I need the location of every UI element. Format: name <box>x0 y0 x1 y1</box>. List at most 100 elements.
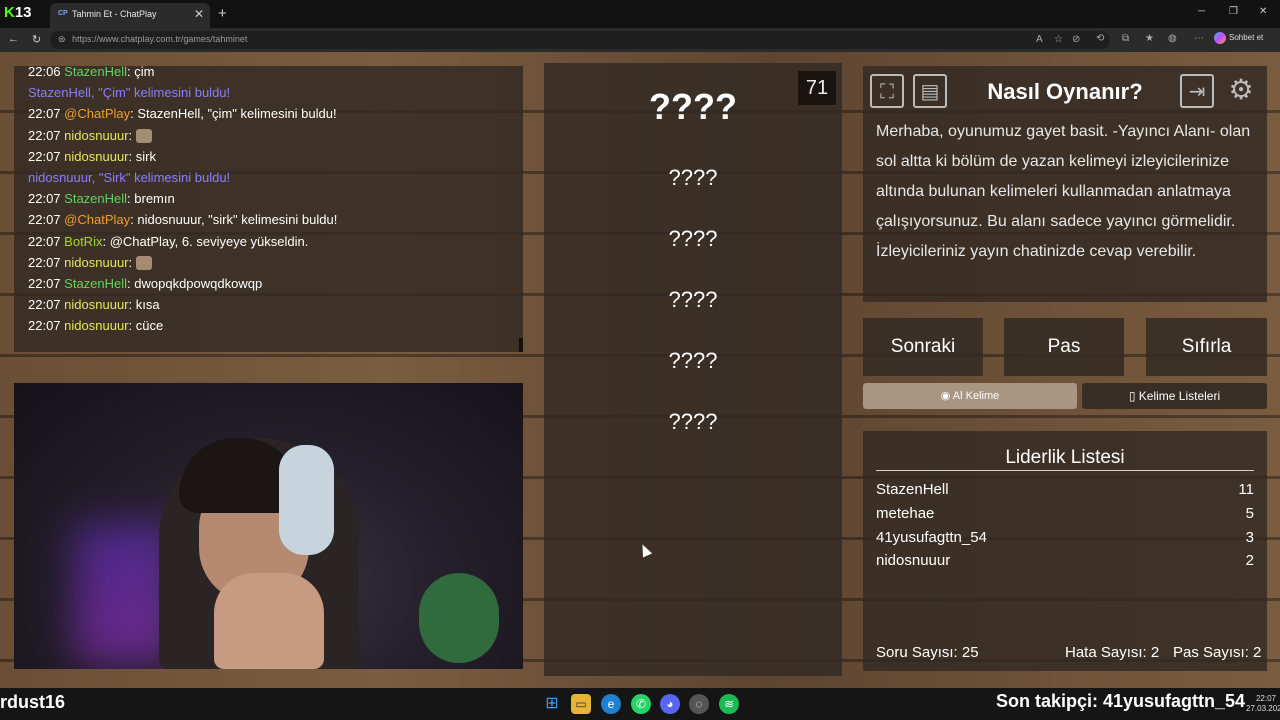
get-word-label: Al Kelime <box>952 390 1000 402</box>
url-host: https://www.chatplay.com.tr <box>72 34 181 44</box>
address-field[interactable]: ⊜ https://www.chatplay.com.tr/games/tahm… <box>50 31 1110 49</box>
how-to-play-text: Merhaba, oyunumuz gayet basit. -Yayıncı … <box>876 123 1251 260</box>
exit-icon[interactable]: ⇥ <box>1180 74 1214 108</box>
kick-logo-k: K <box>4 4 15 21</box>
word-lists-icon: ▯ <box>1128 389 1139 403</box>
tab-close-icon[interactable]: ✕ <box>194 7 204 21</box>
main-word: ???? <box>649 86 737 127</box>
app-icon[interactable]: ◌ <box>689 694 709 714</box>
chat-text: : <box>128 254 133 270</box>
chat-username[interactable]: nidosnuuur <box>64 255 128 270</box>
word-lists-label: Kelime Listeleri <box>1138 389 1221 403</box>
new-tab-icon[interactable]: + <box>218 5 227 22</box>
more-menu-icon[interactable]: ⋯ <box>1194 33 1204 44</box>
question-count: Soru Sayısı: 25 <box>876 644 979 661</box>
chat-time: 22:07 <box>28 127 61 143</box>
chat-message: 22:07 nidosnuuur: cüce <box>28 318 163 333</box>
pass-button[interactable]: Pas <box>1004 318 1124 376</box>
chat-message: 22:07 @ChatPlay: nidosnuuur, "sirk" keli… <box>28 212 337 227</box>
get-word-button[interactable]: ◉ Al Kelime <box>863 383 1077 409</box>
reset-button[interactable]: Sıfırla <box>1146 318 1267 376</box>
notes-icon[interactable]: ▤ <box>913 74 947 108</box>
chat-text: : bremın <box>127 191 175 207</box>
chat-time: 22:06 <box>28 64 61 79</box>
read-aloud-icon[interactable]: A <box>1036 34 1043 45</box>
word-lists-button[interactable]: ▯ Kelime Listeleri <box>1082 383 1267 409</box>
chat-username[interactable]: StazenHell <box>64 64 127 79</box>
webcam-plush-toy <box>419 573 499 663</box>
chat-username[interactable]: @ChatPlay <box>64 106 130 121</box>
spotify-icon[interactable]: ≋ <box>719 694 739 714</box>
chat-scrollbar[interactable] <box>519 338 523 352</box>
chat-text: : sirk <box>128 148 156 164</box>
forbidden-word: ???? <box>668 287 718 312</box>
leaderboard-name: 41yusufagttn_54 <box>876 529 987 546</box>
chat-panel: 22:06 StazenHell: çim StazenHell, "Çim" k… <box>14 64 523 352</box>
chat-time: 22:07 <box>28 191 61 207</box>
kick-logo-count: 13 <box>14 4 32 21</box>
gear-icon[interactable]: ⚙ <box>1224 74 1258 108</box>
chat-message: 22:07 nidosnuuur: sirk <box>28 149 156 164</box>
site-info-icon[interactable]: ⊜ <box>58 34 66 45</box>
favorites-icon[interactable]: ★ <box>1145 33 1154 44</box>
chat-time: 22:07 <box>28 212 61 228</box>
stream-overlay-name: rdust16 <box>0 692 66 712</box>
reload-icon[interactable]: ↻ <box>32 33 41 46</box>
url-text: https://www.chatplay.com.tr/games/tahmin… <box>72 34 247 44</box>
maximize-icon[interactable]: ❐ <box>1229 6 1238 17</box>
kick-logo: K13 <box>4 4 48 24</box>
tracking-icon[interactable]: ⊘ <box>1072 34 1080 45</box>
chat-username[interactable]: BotRix <box>64 234 102 249</box>
chat-username[interactable]: nidosnuuur <box>64 128 128 143</box>
chat-message: 22:07 BotRix: @ChatPlay, 6. seviyeye yük… <box>28 234 308 249</box>
profile-icon[interactable]: ◍ <box>1168 33 1177 44</box>
chat-time: 22:07 <box>28 297 61 313</box>
chat-text: : StazenHell, "çim" kelimesini buldu! <box>130 106 337 122</box>
leaderboard-name: nidosnuuur <box>876 552 951 569</box>
chat-text: : kısa <box>128 297 160 313</box>
edge-icon[interactable]: e <box>601 694 621 714</box>
windows-start-icon[interactable]: ⊞ <box>542 694 562 714</box>
extensions-icon[interactable]: ⧉ <box>1122 33 1129 44</box>
chat-time: 22:07 <box>28 148 61 164</box>
leaderboard-name: metehae <box>876 505 935 522</box>
address-bar-row: ← ↻ ⊜ https://www.chatplay.com.tr/games/… <box>0 28 1280 52</box>
window-close-icon[interactable]: ✕ <box>1259 6 1267 17</box>
webcam-hands <box>214 573 324 669</box>
chat-username[interactable]: nidosnuuur <box>64 297 128 312</box>
refresh-page-icon[interactable]: ⟲ <box>1096 33 1104 44</box>
webcam-headset <box>279 445 334 555</box>
chat-emote-icon <box>135 129 152 144</box>
leaderboard-score: 5 <box>1245 505 1254 522</box>
chat-message: 22:07 StazenHell: dwopqkdpowqdkowqp <box>28 276 262 291</box>
chat-text: : dwopqkdpowqdkowqp <box>127 276 263 291</box>
next-button[interactable]: Sonraki <box>863 318 983 376</box>
clock-time: 22:07 <box>1255 694 1276 703</box>
leaderboard-divider <box>876 470 1254 471</box>
chat-time: 22:07 <box>28 254 61 270</box>
chat-time: 22:07 <box>28 233 61 249</box>
fullscreen-icon[interactable]: ⛶ <box>870 74 904 108</box>
back-icon[interactable]: ← <box>8 33 19 45</box>
leaderboard-row: nidosnuuur 2 <box>876 552 1254 569</box>
whatsapp-icon[interactable]: ✆ <box>631 694 651 714</box>
chat-message: nidosnuuur, "Sirk" kelimesini buldu! <box>28 170 230 185</box>
file-explorer-icon[interactable]: ▭ <box>571 694 591 714</box>
chat-time: 22:07 <box>28 318 61 334</box>
chat-username[interactable]: StazenHell <box>64 276 127 291</box>
minimize-icon[interactable]: ─ <box>1198 6 1205 17</box>
chat-system-message: StazenHell, "Çim" kelimesini buldu! <box>28 85 231 101</box>
copilot-button[interactable]: Sohbet et <box>1214 32 1276 48</box>
clock-date: 27.03.2026 <box>1246 704 1280 713</box>
system-clock[interactable]: 22:0727.03.2026 <box>1246 694 1280 714</box>
chat-username[interactable]: nidosnuuur <box>64 318 128 333</box>
browser-tab[interactable]: CP Tahmin Et - ChatPlay ✕ <box>50 3 210 28</box>
leaderboard-row: StazenHell 11 <box>876 481 1254 498</box>
chat-username[interactable]: StazenHell <box>64 191 127 206</box>
chat-username[interactable]: nidosnuuur <box>64 149 128 164</box>
chat-username[interactable]: @ChatPlay <box>64 212 130 227</box>
discord-icon[interactable]: ◕ <box>660 694 680 714</box>
favorite-star-icon[interactable]: ☆ <box>1054 34 1063 45</box>
copilot-label: Sohbet et <box>1229 33 1264 43</box>
url-path: /games/tahminet <box>180 34 248 44</box>
